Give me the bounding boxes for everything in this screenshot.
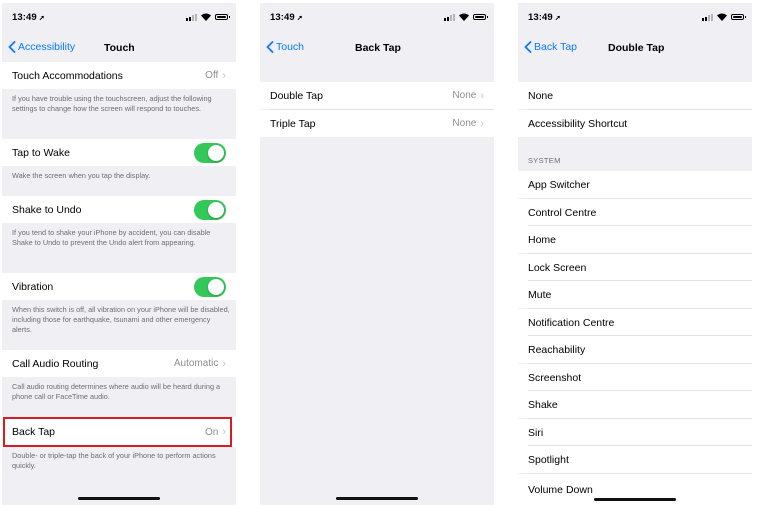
page-title: Back Tap xyxy=(355,42,401,54)
row-label: App Switcher xyxy=(528,178,590,191)
battery-icon xyxy=(215,14,230,20)
chevron-right-icon: › xyxy=(222,69,226,82)
section-footer: When this switch is off, all vibration o… xyxy=(12,305,230,334)
tap-to-wake-row: Tap to Wake xyxy=(2,139,236,166)
row-label: Touch Accommodations xyxy=(12,69,123,82)
chevron-left-icon xyxy=(524,41,532,53)
location-arrow-icon: ➚ xyxy=(296,15,303,22)
row-label: Call Audio Routing xyxy=(12,357,99,370)
tap-to-wake-toggle[interactable] xyxy=(194,142,226,163)
row-label: Triple Tap xyxy=(270,117,316,130)
double-tap-screen: 13:49 ➚ Back Tap Double Tap None Accessib… xyxy=(518,3,752,505)
touch-screen: 13:49 ➚ Accessibility Touch Touch Accommo… xyxy=(2,3,236,505)
row-label: Control Centre xyxy=(528,206,597,219)
section-footer: If you have trouble using the touchscree… xyxy=(12,94,212,113)
row-label: Spotlight xyxy=(528,453,569,466)
battery-icon xyxy=(731,14,746,20)
row-label: Volume Down xyxy=(528,483,593,496)
back-button-label: Accessibility xyxy=(18,41,76,53)
vibration-toggle[interactable] xyxy=(194,276,226,297)
row-value: Off xyxy=(205,70,219,81)
vibration-row: Vibration xyxy=(2,273,236,300)
call-audio-routing-row[interactable]: Call Audio Routing Automatic › xyxy=(2,350,236,377)
location-arrow-icon: ➚ xyxy=(38,15,45,22)
action-reachability-row[interactable]: Reachability xyxy=(518,336,752,363)
back-button[interactable]: Accessibility xyxy=(8,41,75,53)
section-header-system: SYSTEM xyxy=(528,156,561,165)
chevron-right-icon: › xyxy=(480,89,484,102)
section-footer: Wake the screen when you tap the display… xyxy=(12,171,151,180)
row-label: Notification Centre xyxy=(528,316,615,329)
battery-icon xyxy=(473,14,488,20)
navigation-bar: Touch Back Tap xyxy=(260,33,494,63)
action-none-row[interactable]: None xyxy=(518,82,752,109)
action-shake-row[interactable]: Shake xyxy=(518,391,752,418)
status-time: 13:49 xyxy=(12,12,37,23)
location-arrow-icon: ➚ xyxy=(554,15,561,22)
home-indicator[interactable] xyxy=(336,497,418,500)
row-label: Accessibility Shortcut xyxy=(528,117,628,130)
row-label: Vibration xyxy=(12,280,54,293)
status-time: 13:49 xyxy=(270,12,295,23)
chevron-right-icon: › xyxy=(480,117,484,130)
cellular-signal-icon xyxy=(186,13,197,21)
action-accessibility-shortcut-row[interactable]: Accessibility Shortcut xyxy=(518,110,752,137)
row-value: None xyxy=(452,118,477,129)
triple-tap-row[interactable]: Triple Tap None › xyxy=(260,110,494,137)
row-label: Lock Screen xyxy=(528,261,587,274)
chevron-right-icon: › xyxy=(222,357,226,370)
wifi-icon xyxy=(201,13,211,21)
row-label: Shake to Undo xyxy=(12,203,82,216)
back-button-label: Back Tap xyxy=(534,41,577,53)
action-app-switcher-row[interactable]: App Switcher xyxy=(518,171,752,198)
back-button-label: Touch xyxy=(276,41,305,53)
cellular-signal-icon xyxy=(702,13,713,21)
action-spotlight-row[interactable]: Spotlight xyxy=(518,446,752,473)
status-bar: 13:49 ➚ xyxy=(518,3,752,33)
row-label: Shake xyxy=(528,398,558,411)
action-siri-row[interactable]: Siri xyxy=(518,419,752,446)
row-label: Home xyxy=(528,233,557,246)
row-label: Screenshot xyxy=(528,371,582,384)
row-label: Double Tap xyxy=(270,89,323,102)
home-indicator[interactable] xyxy=(78,497,160,500)
action-lock-screen-row[interactable]: Lock Screen xyxy=(518,254,752,281)
action-notification-centre-row[interactable]: Notification Centre xyxy=(518,309,752,336)
shake-to-undo-row: Shake to Undo xyxy=(2,196,236,223)
row-label: None xyxy=(528,89,554,102)
page-title: Double Tap xyxy=(608,42,665,54)
cellular-signal-icon xyxy=(444,13,455,21)
wifi-icon xyxy=(717,13,727,21)
navigation-bar: Back Tap Double Tap xyxy=(518,33,752,63)
highlight-box xyxy=(3,417,232,447)
status-bar: 13:49 ➚ xyxy=(2,3,236,33)
row-label: Siri xyxy=(528,426,544,439)
action-control-centre-row[interactable]: Control Centre xyxy=(518,199,752,226)
chevron-left-icon xyxy=(8,41,16,53)
action-mute-row[interactable]: Mute xyxy=(518,281,752,308)
wifi-icon xyxy=(459,13,469,21)
row-value: None xyxy=(452,90,477,101)
action-screenshot-row[interactable]: Screenshot xyxy=(518,364,752,391)
navigation-bar: Accessibility Touch xyxy=(2,33,236,63)
row-label: Mute xyxy=(528,288,552,301)
page-title: Touch xyxy=(104,42,135,54)
action-home-row[interactable]: Home xyxy=(518,226,752,253)
touch-accommodations-row[interactable]: Touch Accommodations Off › xyxy=(2,62,236,89)
status-time: 13:49 xyxy=(528,12,553,23)
status-bar: 13:49 ➚ xyxy=(260,3,494,33)
double-tap-row[interactable]: Double Tap None › xyxy=(260,82,494,109)
row-label: Tap to Wake xyxy=(12,146,70,159)
section-footer: If you tend to shake your iPhone by acci… xyxy=(12,228,211,247)
chevron-left-icon xyxy=(266,41,274,53)
shake-to-undo-toggle[interactable] xyxy=(194,199,226,220)
back-tap-screen: 13:49 ➚ Touch Back Tap Double Tap None › … xyxy=(260,3,494,505)
back-button[interactable]: Back Tap xyxy=(524,41,577,53)
row-label: Reachability xyxy=(528,343,586,356)
row-value: Automatic xyxy=(173,358,219,369)
section-footer: Double- or triple-tap the back of your i… xyxy=(12,451,216,470)
section-footer: Call audio routing determines where audi… xyxy=(12,382,221,401)
back-button[interactable]: Touch xyxy=(266,41,304,53)
home-indicator[interactable] xyxy=(594,498,676,501)
